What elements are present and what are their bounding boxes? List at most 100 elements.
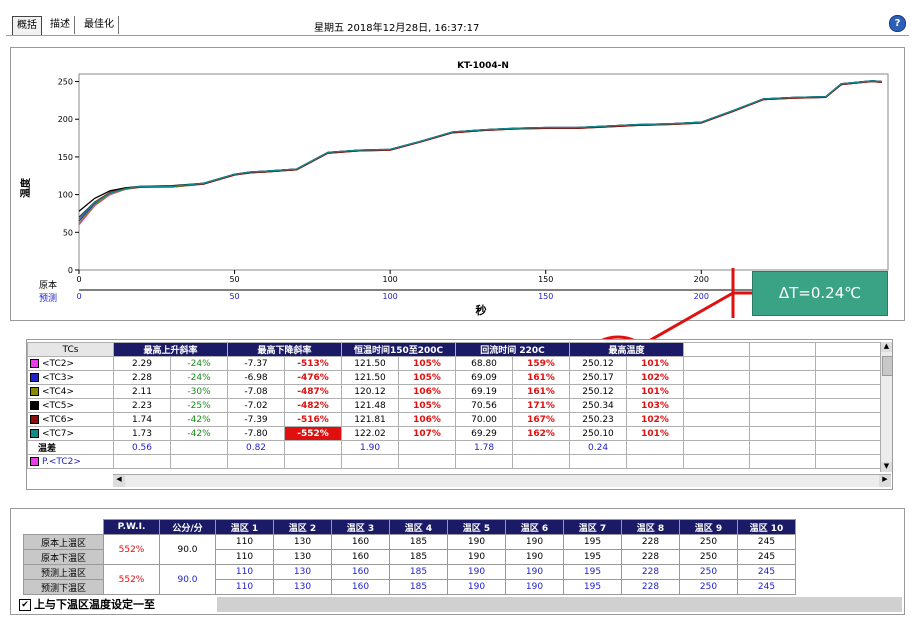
zone-temp-cell[interactable]: 160 <box>331 564 390 580</box>
zone-temp-cell[interactable]: 130 <box>273 564 332 580</box>
zone-temp-cell[interactable]: 160 <box>331 579 390 595</box>
zone-col-header: 温区 4 <box>389 519 448 535</box>
zone-temp-cell[interactable]: 185 <box>389 549 448 565</box>
table-cell: 2.28 <box>113 370 171 385</box>
same-zone-temp-option[interactable]: ✔ 上与下温区温度设定一至 <box>17 597 217 612</box>
table-row[interactable]: <TC7> 1.73 -42% -7.80 -552% 122.02 107% 69.29 16… <box>27 426 883 441</box>
table-cell: 101% <box>626 426 685 441</box>
empty-cell <box>683 440 751 455</box>
y-tick-label: 150 <box>58 153 73 162</box>
zone-temp-cell[interactable]: 190 <box>447 564 506 580</box>
table-cell: 70.56 <box>455 398 514 413</box>
table-cell: 1.74 <box>113 412 171 427</box>
zone-temp-cell[interactable]: 130 <box>273 534 332 550</box>
zone-temp-cell[interactable]: 190 <box>505 579 564 595</box>
zone-temp-cell[interactable]: 110 <box>215 534 274 550</box>
zone-temp-cell[interactable]: 185 <box>389 579 448 595</box>
axis-row-predicted-label: 预测 <box>39 293 57 304</box>
scroll-left-arrow-icon[interactable]: ◀ <box>113 475 125 487</box>
checkbox-icon[interactable]: ✔ <box>19 599 31 611</box>
zone-temp-cell[interactable]: 250 <box>679 579 738 595</box>
zone-temp-cell[interactable]: 110 <box>215 549 274 565</box>
empty-cell <box>749 398 817 413</box>
table-cell: 161% <box>512 370 571 385</box>
table-cell: -25% <box>169 398 229 413</box>
zone-temp-cell[interactable]: 160 <box>331 534 390 550</box>
x-tick-label-predicted: 100 <box>383 292 398 301</box>
datetime-label: 星期五 2018年12月28日, 16:37:17 <box>314 23 480 34</box>
table-cell: 102% <box>626 370 685 385</box>
empty-cell <box>284 440 343 455</box>
zone-temp-cell[interactable]: 190 <box>505 564 564 580</box>
tab-optimize[interactable]: 最佳化 <box>80 16 119 34</box>
series-line-2 <box>78 80 882 222</box>
zone-temp-cell[interactable]: 228 <box>621 549 680 565</box>
zone-temp-cell[interactable]: 185 <box>389 534 448 550</box>
zone-temp-cell[interactable]: 195 <box>563 564 622 580</box>
zone-temp-cell[interactable]: 185 <box>389 564 448 580</box>
tab-description[interactable]: 描述 <box>46 16 75 34</box>
zone-temp-cell[interactable]: 250 <box>679 534 738 550</box>
zone-temp-cell[interactable]: 130 <box>273 579 332 595</box>
zone-temp-cell[interactable]: 190 <box>447 534 506 550</box>
zone-temp-cell[interactable]: 245 <box>737 579 796 595</box>
table-row[interactable]: <TC4> 2.11 -30% -7.08 -487% 120.12 106% 69.19 16… <box>27 384 883 399</box>
stats-vertical-scrollbar[interactable]: ▲ ▼ <box>880 342 892 472</box>
tc-name-cell[interactable]: <TC7> <box>27 426 114 441</box>
diff-value-cell: 1.78 <box>455 440 514 455</box>
zone-col-header: 温区 7 <box>563 519 622 535</box>
zone-temp-cell[interactable]: 228 <box>621 579 680 595</box>
zone-row: 预测上温区 552% 90.0 110 130 160 185 190 190 195 228 250… <box>23 564 796 595</box>
zone-temp-cell[interactable]: 160 <box>331 549 390 565</box>
zone-row-label: 预测下温区 <box>23 579 104 595</box>
zone-temp-cell[interactable]: 250 <box>679 549 738 565</box>
zone-temp-cell[interactable]: 195 <box>563 534 622 550</box>
zone-temp-cell[interactable]: 250 <box>679 564 738 580</box>
zone-temp-cell[interactable]: 110 <box>215 564 274 580</box>
stats-horizontal-scrollbar[interactable]: ◀ ▶ <box>113 474 891 487</box>
tab-summary[interactable]: 概括 <box>12 16 42 35</box>
tc-name-cell[interactable]: <TC5> <box>27 398 114 413</box>
zone-temp-cell[interactable]: 228 <box>621 564 680 580</box>
table-cell: 171% <box>512 398 571 413</box>
zone-temp-cell[interactable]: 190 <box>505 549 564 565</box>
zone-temp-cell[interactable]: 190 <box>447 549 506 565</box>
predicted-tc-row[interactable]: P.<TC2> <box>27 454 883 469</box>
conveyor-speed-cell[interactable]: 90.0 <box>159 534 216 565</box>
zone-temp-cell[interactable]: 195 <box>563 549 622 565</box>
table-row[interactable]: <TC5> 2.23 -25% -7.02 -482% 121.48 105% 70.56 17… <box>27 398 883 413</box>
zone-temp-cell[interactable]: 245 <box>737 534 796 550</box>
zone-temp-cell[interactable]: 245 <box>737 549 796 565</box>
scroll-up-arrow-icon[interactable]: ▲ <box>881 342 892 352</box>
empty-cell <box>683 398 751 413</box>
help-icon[interactable]: ? <box>889 15 906 32</box>
zone-temp-cell[interactable]: 190 <box>505 534 564 550</box>
scroll-down-arrow-icon[interactable]: ▼ <box>881 462 892 472</box>
y-tick-label: 0 <box>68 266 73 275</box>
conveyor-speed-cell[interactable]: 90.0 <box>159 564 216 595</box>
zone-temp-cell[interactable]: 195 <box>563 579 622 595</box>
table-cell: -42% <box>169 426 229 441</box>
tc-name-cell[interactable]: <TC3> <box>27 370 114 385</box>
zone-temp-cell[interactable]: 130 <box>273 549 332 565</box>
empty-cell <box>683 454 751 469</box>
empty-cell <box>815 370 883 385</box>
zone-temp-cell[interactable]: 190 <box>447 579 506 595</box>
series-color-swatch <box>30 400 39 410</box>
empty-cell <box>815 426 883 441</box>
table-row[interactable]: <TC3> 2.28 -24% -6.98 -476% 121.50 105% 69.09 16… <box>27 370 883 385</box>
stats-table: TCs 最高上升斜率 最高下降斜率 恒温时间150至200C 回流时间 220C… <box>27 342 883 469</box>
table-row[interactable]: <TC2> 2.29 -24% -7.37 -513% 121.50 105% 68.80 15… <box>27 356 883 371</box>
tc-name-cell[interactable]: <TC2> <box>27 356 114 371</box>
series-line-6 <box>78 80 882 220</box>
table-cell: 250.23 <box>569 412 628 427</box>
table-row[interactable]: <TC6> 1.74 -42% -7.39 -516% 121.81 106% 70.00 16… <box>27 412 883 427</box>
zone-temp-cell[interactable]: 245 <box>737 564 796 580</box>
tc-name-cell[interactable]: <TC4> <box>27 384 114 399</box>
zone-temp-cell[interactable]: 228 <box>621 534 680 550</box>
tc-name-cell[interactable]: <TC6> <box>27 412 114 427</box>
predicted-tc-name-cell[interactable]: P.<TC2> <box>27 454 114 469</box>
scroll-thumb[interactable] <box>882 356 892 376</box>
zone-temp-cell[interactable]: 110 <box>215 579 274 595</box>
scroll-right-arrow-icon[interactable]: ▶ <box>879 475 891 487</box>
